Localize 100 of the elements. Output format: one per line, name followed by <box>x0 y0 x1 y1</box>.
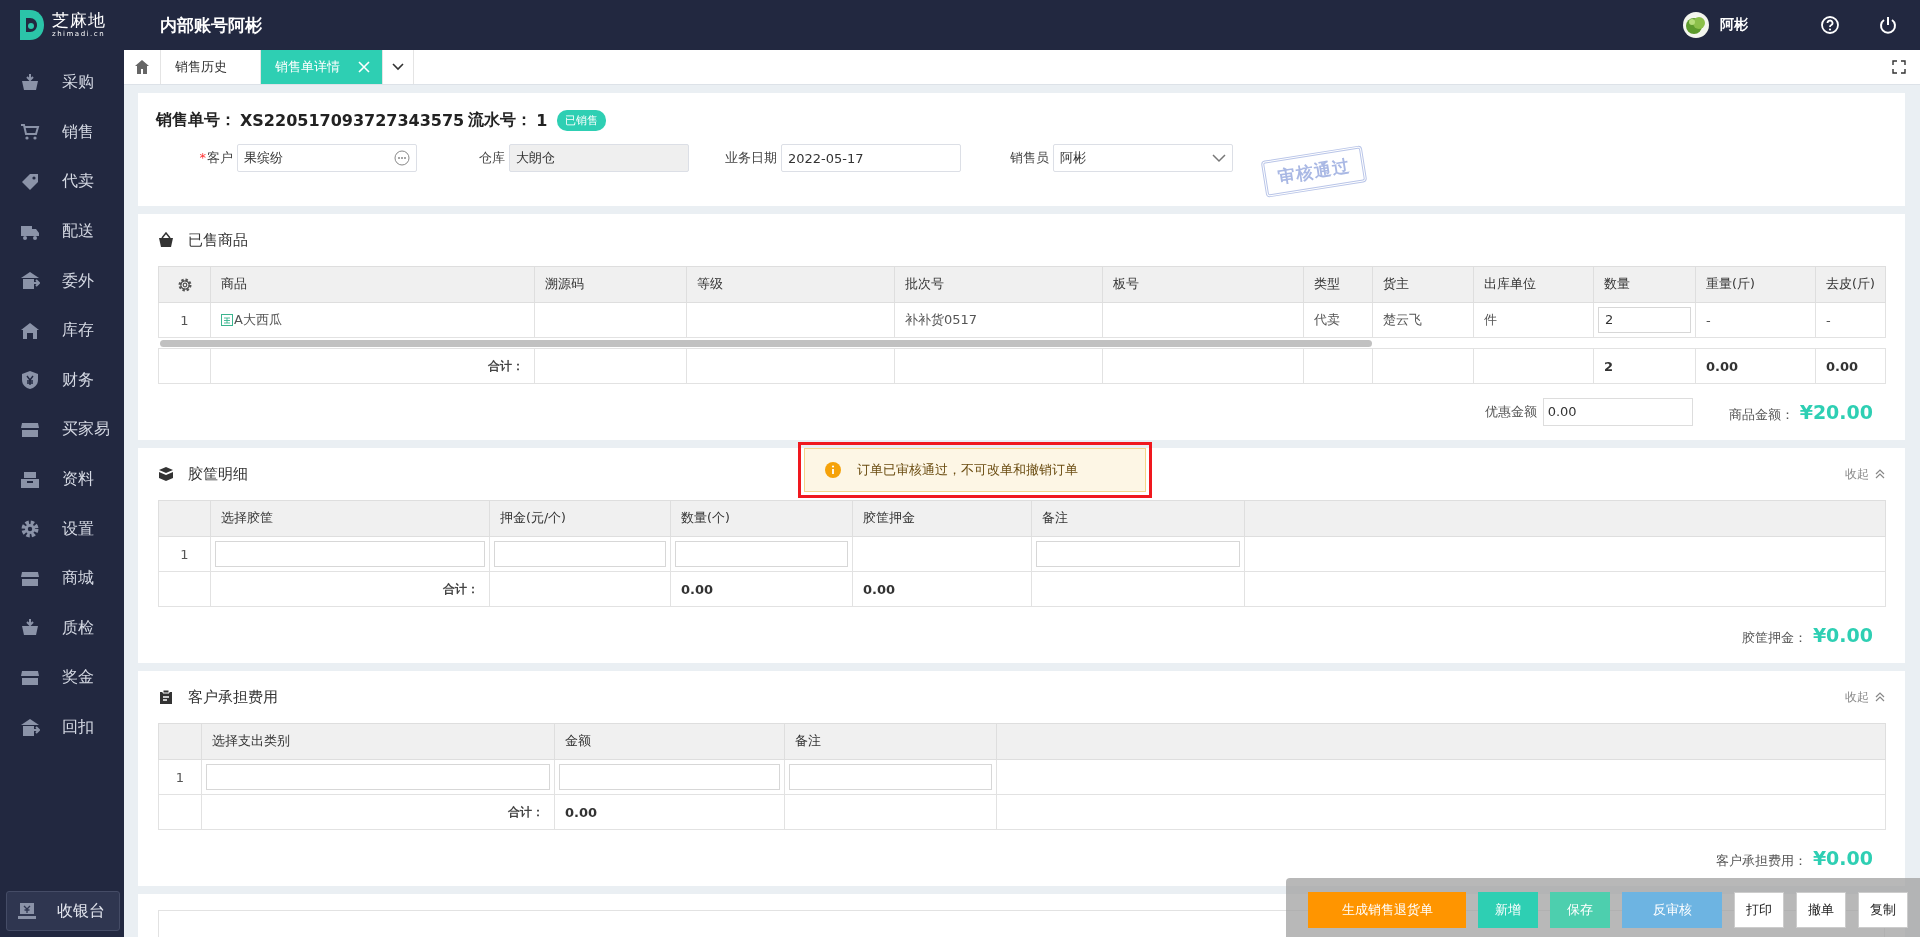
action-button[interactable]: 撤单 <box>1796 892 1846 928</box>
amount-value: ¥0.00 <box>1812 623 1873 646</box>
column-header: 板号 <box>1102 266 1304 303</box>
row-number: 1 <box>158 759 202 795</box>
column-header: 备注 <box>1031 500 1245 537</box>
settings-icon <box>20 519 40 540</box>
sidebar-item[interactable]: 奖金 <box>0 653 124 703</box>
logo-icon <box>20 10 44 40</box>
section-title: 客户承担费用 <box>188 687 278 707</box>
order-number: XS220517093727343575 <box>240 110 465 130</box>
action-button[interactable]: 打印 <box>1734 892 1784 928</box>
serial-number: 1 <box>536 110 548 130</box>
column-header: 重量(斤) <box>1695 266 1816 303</box>
column-header: 数量 <box>1593 266 1696 303</box>
warehouse-icon <box>20 271 40 292</box>
column-header: 商品 <box>210 266 535 303</box>
box-icon <box>158 466 174 482</box>
action-button[interactable]: 复制 <box>1858 892 1908 928</box>
sidebar-item[interactable]: 销售 <box>0 107 124 158</box>
account-title: 内部账号阿彬 <box>160 13 262 37</box>
table-cell: 0.00 <box>1695 348 1816 384</box>
product-name[interactable]: A大西瓜 <box>234 311 282 329</box>
section-title: 已售商品 <box>188 230 248 250</box>
sidebar-item[interactable]: 回扣 <box>0 702 124 753</box>
chevron-down-icon <box>1212 153 1226 163</box>
sidebar-item[interactable]: 委外 <box>0 256 124 306</box>
warehouse-icon <box>20 717 40 738</box>
power-icon[interactable] <box>1878 15 1898 35</box>
column-header: 去皮(斤) <box>1815 266 1886 303</box>
sidebar-item[interactable]: 设置 <box>0 504 124 554</box>
column-header: 批次号 <box>894 266 1103 303</box>
sidebar-item[interactable]: 买家易 <box>0 405 124 455</box>
column-header: 金额 <box>554 723 785 760</box>
sidebar-item[interactable]: 采购 <box>0 58 124 108</box>
input-field[interactable] <box>215 541 485 567</box>
section-title: 胶筐明细 <box>188 464 248 484</box>
sidebar-item[interactable]: 配送 <box>0 206 124 257</box>
column-header: 溯源码 <box>534 266 687 303</box>
sidebar-item[interactable]: 商城 <box>0 553 124 604</box>
table-cell: 代卖 <box>1303 302 1373 338</box>
help-icon[interactable] <box>1820 15 1840 35</box>
field-label: 仓库 <box>478 149 505 167</box>
input-field[interactable] <box>789 764 992 790</box>
user-name[interactable]: 阿彬 <box>1720 16 1748 34</box>
input-field[interactable]: 2022-05-17 <box>781 144 961 172</box>
field-label: 优惠金额 <box>1484 403 1537 421</box>
cashier-button[interactable]: 收银台 <box>6 891 120 931</box>
table-cell: 0.00 <box>670 571 853 607</box>
tray-icon <box>20 469 40 490</box>
sidebar-item[interactable]: 资料 <box>0 454 124 505</box>
terminal-icon <box>17 901 37 921</box>
input-field[interactable] <box>559 764 780 790</box>
select-field[interactable]: 阿彬 <box>1053 144 1233 172</box>
column-header: 数量(个) <box>670 500 853 537</box>
scrollbar[interactable] <box>159 340 1372 347</box>
sidebar-item[interactable]: 代卖 <box>0 157 124 207</box>
table-cell: 0.00 <box>852 571 1032 607</box>
table-cell: - <box>1815 302 1886 338</box>
column-header: 选择胶筐 <box>210 500 490 537</box>
amount-value: ¥0.00 <box>1812 846 1873 869</box>
input-field[interactable] <box>494 541 666 567</box>
input-field: 大朗仓 <box>509 144 689 172</box>
table-cell: 补补货0517 <box>894 302 1103 338</box>
input-field[interactable]: 果缤纷 <box>237 144 417 172</box>
sidebar-item[interactable]: 财务 <box>0 355 124 406</box>
close-icon[interactable] <box>358 61 370 73</box>
input-field[interactable] <box>1036 541 1240 567</box>
logo-text: 芝麻地 <box>52 12 106 29</box>
home-icon <box>134 59 150 75</box>
more-icon[interactable] <box>394 150 410 166</box>
column-header: 押金(元/个) <box>489 500 671 537</box>
chevron-down-icon <box>392 63 404 71</box>
amount-value: ¥20.00 <box>1799 400 1873 423</box>
collapse-link[interactable]: 收起 <box>1845 688 1885 706</box>
table-cell: 楚云飞 <box>1372 302 1474 338</box>
sidebar-item[interactable]: 质检 <box>0 603 124 654</box>
tag-icon <box>221 314 233 326</box>
table-cell: 2 <box>1593 348 1696 384</box>
table-cell: 件 <box>1473 302 1594 338</box>
settings-icon[interactable] <box>176 276 193 293</box>
input-field[interactable] <box>675 541 848 567</box>
collapse-link[interactable]: 收起 <box>1845 465 1885 483</box>
sidebar-item[interactable]: 库存 <box>0 305 124 356</box>
tag-icon <box>20 172 40 192</box>
input-field[interactable]: 0.00 <box>1542 398 1693 426</box>
basket-icon <box>20 72 40 93</box>
field-label: 业务日期 <box>724 149 777 167</box>
avatar <box>1683 12 1709 38</box>
column-header: 等级 <box>686 266 895 303</box>
input-field[interactable]: 2 <box>1598 307 1691 333</box>
input-field[interactable] <box>206 764 550 790</box>
status-tag: 已销售 <box>557 109 607 131</box>
order-number-label: 销售单号： <box>156 109 236 131</box>
serial-label: 流水号： <box>468 109 533 131</box>
amount-label: 客户承担费用： <box>1715 851 1807 870</box>
chevron-up-icon <box>1875 469 1885 479</box>
total-label: 合计： <box>210 571 490 607</box>
table-cell: 0.00 <box>1815 348 1886 384</box>
fullscreen-icon[interactable] <box>1892 60 1906 74</box>
clipboard-icon <box>158 689 174 705</box>
